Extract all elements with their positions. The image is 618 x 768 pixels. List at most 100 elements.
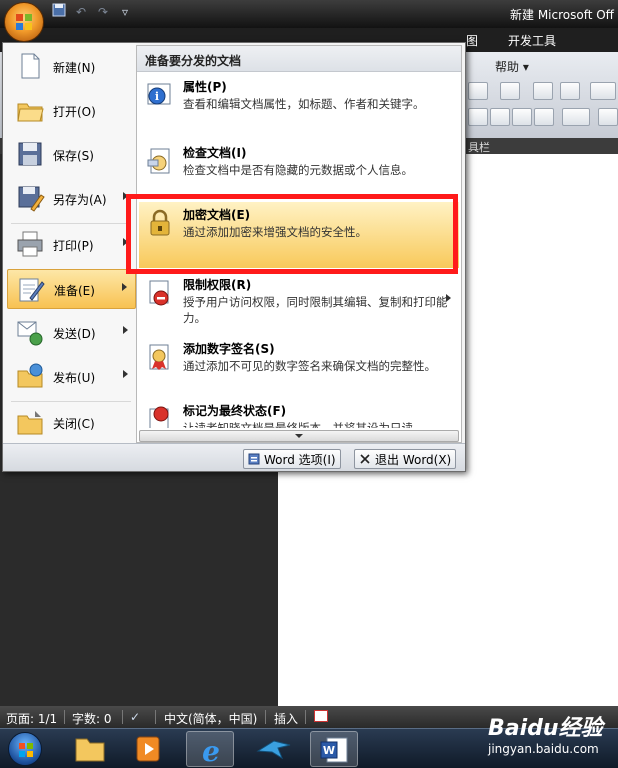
- language-indicator[interactable]: 中文(简体，中国): [164, 710, 257, 727]
- save-disk-icon: [18, 142, 42, 166]
- bird-icon: [256, 740, 291, 760]
- status-divider: [122, 710, 123, 724]
- office-menu-footer: Word 选项(I) 退出 Word(X): [3, 443, 465, 471]
- svg-text:e: e: [202, 735, 220, 768]
- submenu-item-title: 标记为最终状态(F): [183, 404, 287, 418]
- menu-item-save[interactable]: 保存(S): [7, 135, 136, 175]
- taskbar-internet-explorer[interactable]: e: [186, 731, 234, 768]
- proofing-icon[interactable]: ✓: [130, 710, 140, 724]
- menu-item-label: 打印(P): [53, 239, 94, 253]
- submenu-item-description: 授予用户访问权限，同时限制其编辑、复制和打印能力。: [183, 295, 448, 325]
- menu-item-open[interactable]: 打开(O): [7, 91, 136, 131]
- quick-access-toolbar: ↶ ↷ ▿: [50, 3, 134, 21]
- options-icon: [248, 453, 260, 465]
- sort-button[interactable]: [560, 82, 580, 100]
- tab-image[interactable]: 图: [466, 32, 478, 49]
- submenu-item-title: 添加数字签名(S): [183, 342, 275, 356]
- group-label-text: 具栏: [468, 141, 490, 154]
- menu-item-label: 另存为(A): [53, 193, 107, 207]
- office-button[interactable]: [4, 2, 44, 42]
- menu-item-label: 准备(E): [54, 284, 95, 298]
- align-left-button[interactable]: [468, 108, 488, 126]
- taskbar-media-player[interactable]: [124, 731, 172, 767]
- submenu-item-title: 限制权限(R): [183, 278, 252, 292]
- menu-item-prepare[interactable]: 准备(E): [7, 269, 136, 309]
- macro-record-icon[interactable]: [314, 710, 328, 722]
- start-button[interactable]: [8, 732, 42, 766]
- page-count[interactable]: 页面: 1/1: [6, 710, 57, 727]
- word-options-label: Word 选项(I): [264, 453, 336, 467]
- taskbar-explorer[interactable]: [66, 731, 114, 767]
- submenu-item-signature[interactable]: 添加数字签名(S) 通过添加不可见的数字签名来确保文档的完整性。: [139, 336, 459, 396]
- send-icon: [17, 321, 43, 346]
- menu-item-save-as[interactable]: 另存为(A): [7, 179, 136, 219]
- digital-signature-icon: [149, 344, 169, 370]
- border-button[interactable]: [500, 82, 520, 100]
- status-divider: [64, 710, 65, 724]
- submenu-arrow-icon: [123, 370, 128, 378]
- submenu-item-title: 属性(P): [183, 80, 227, 94]
- folder-icon: [75, 738, 105, 762]
- close-icon: [360, 454, 370, 464]
- submenu-arrow-icon: [123, 326, 128, 334]
- highlight-annotation: [126, 194, 458, 274]
- align-center-button[interactable]: [490, 108, 510, 126]
- exit-word-label: 退出 Word(X): [375, 453, 452, 467]
- save-icon[interactable]: [50, 3, 68, 21]
- word-options-button[interactable]: Word 选项(I): [243, 449, 341, 469]
- submenu-item-inspect[interactable]: 检查文档(I) 检查文档中是否有隐藏的元数据或个人信息。: [139, 140, 459, 188]
- help-tab[interactable]: 帮助 ▾: [495, 58, 529, 75]
- redo-icon[interactable]: ↷: [94, 3, 112, 21]
- submenu-item-properties[interactable]: i 属性(P) 查看和编辑文档属性，如标题、作者和关键字。: [139, 74, 459, 134]
- undo-icon[interactable]: ↶: [72, 3, 90, 21]
- submenu-scroll-down[interactable]: [139, 430, 459, 442]
- menu-item-new[interactable]: 新建(N): [7, 47, 136, 87]
- menu-item-label: 保存(S): [53, 149, 94, 163]
- menu-item-label: 关闭(C): [53, 417, 95, 431]
- menu-item-close[interactable]: 关闭(C): [7, 403, 136, 443]
- close-folder-icon: [17, 411, 43, 435]
- justify-button[interactable]: [534, 108, 554, 126]
- chevron-down-icon: [295, 434, 303, 438]
- menu-item-print[interactable]: 打印(P): [7, 225, 136, 265]
- office-logo-icon: [16, 14, 32, 30]
- tab-developer[interactable]: 开发工具: [508, 32, 556, 49]
- menu-item-label: 打开(O): [53, 105, 96, 119]
- watermark-logo: Baidu经验: [488, 716, 603, 741]
- table-button[interactable]: [468, 82, 488, 100]
- menu-divider: [11, 401, 131, 402]
- menu-item-label: 发送(D): [53, 327, 96, 341]
- submenu-item-description: 让读者知晓文档是最终版本，并将其设为只读。: [183, 421, 425, 428]
- submenu-item-description: 检查文档中是否有隐藏的元数据或个人信息。: [183, 163, 413, 177]
- menu-item-send[interactable]: 发送(D): [7, 313, 136, 353]
- taskbar-word[interactable]: W: [310, 731, 358, 767]
- submenu-title-bar: 准备要分发的文档: [137, 46, 461, 72]
- new-document-icon: [21, 53, 40, 79]
- line-spacing-button[interactable]: [562, 108, 590, 126]
- submenu-title: 准备要分发的文档: [145, 54, 242, 68]
- baidu-watermark: Baidu经验 jingyan.baidu.com: [478, 708, 618, 768]
- align-right-button[interactable]: [512, 108, 532, 126]
- taskbar-bird-app[interactable]: [250, 731, 298, 767]
- printer-icon: [17, 231, 43, 257]
- find-button[interactable]: [590, 82, 616, 100]
- customize-icon[interactable]: ▿: [116, 3, 134, 21]
- replace-button[interactable]: [598, 108, 618, 126]
- status-divider: [265, 710, 266, 724]
- exit-word-button[interactable]: 退出 Word(X): [354, 449, 457, 469]
- media-player-icon: [136, 736, 160, 762]
- restrict-permission-icon: [149, 280, 169, 306]
- svg-text:i: i: [155, 90, 159, 103]
- menu-item-publish[interactable]: 发布(U): [7, 357, 136, 397]
- submenu-item-mark-final[interactable]: 标记为最终状态(F) 让读者知晓文档是最终版本，并将其设为只读。: [139, 398, 459, 428]
- menu-item-label: 发布(U): [53, 371, 96, 385]
- submenu-arrow-icon: [122, 283, 127, 291]
- office-menu-commands: 新建(N) 打开(O) 保存(S) 另存为(A) 打印(P) 准备(E) 发送(…: [3, 43, 136, 443]
- shading-button[interactable]: [533, 82, 553, 100]
- word-count[interactable]: 字数: 0: [72, 710, 112, 727]
- submenu-item-restrict[interactable]: 限制权限(R) 授予用户访问权限，同时限制其编辑、复制和打印能力。: [139, 272, 459, 330]
- word-icon: W: [320, 737, 348, 763]
- status-divider: [305, 710, 306, 724]
- title-bar: ↶ ↷ ▿ 新建 Microsoft Off: [0, 0, 618, 28]
- insert-mode[interactable]: 插入: [274, 710, 298, 727]
